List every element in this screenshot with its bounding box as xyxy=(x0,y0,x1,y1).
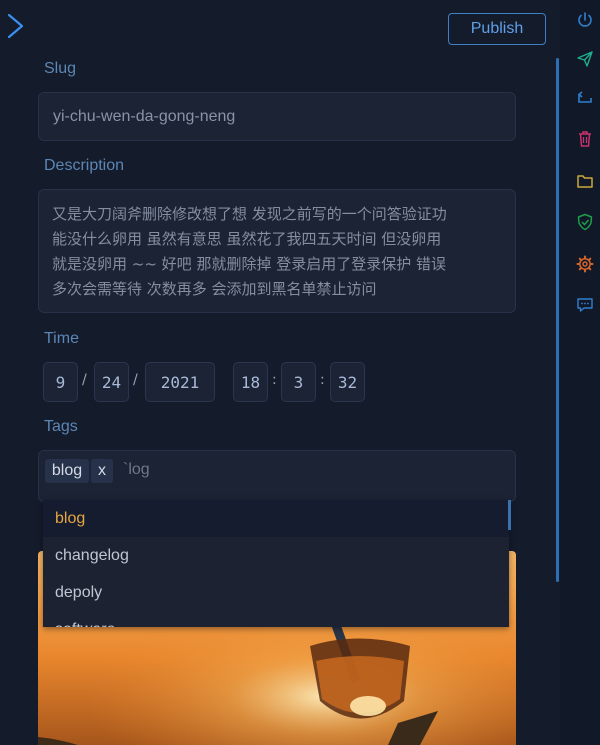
suggestion-option[interactable]: blog xyxy=(43,500,509,537)
suggestion-option[interactable]: software xyxy=(43,611,509,628)
date-separator: / xyxy=(133,372,138,388)
tag-remove-button[interactable]: x xyxy=(91,459,113,483)
tags-field[interactable]: blog x xyxy=(38,450,516,502)
hour-input[interactable]: 18 xyxy=(233,362,268,402)
page-scrollbar[interactable] xyxy=(556,58,559,582)
comment-icon[interactable] xyxy=(576,296,594,314)
chevron-right-icon[interactable] xyxy=(4,10,28,42)
suggestion-option[interactable]: depoly xyxy=(43,574,509,611)
minute-input[interactable]: 3 xyxy=(281,362,316,402)
description-line: 能没什么卵用 虽然有意思 虽然花了我四五天时间 但没卵用 xyxy=(52,230,442,248)
description-label: Description xyxy=(44,157,125,174)
time-separator: : xyxy=(272,372,277,388)
slug-input[interactable]: yi-chu-wen-da-gong-neng xyxy=(38,92,516,141)
settings-icon[interactable] xyxy=(576,255,594,273)
publish-button[interactable]: Publish xyxy=(448,13,546,45)
folder-icon[interactable] xyxy=(576,172,594,190)
description-textarea[interactable]: 又是大刀阔斧删除修改想了想 发现之前写的一个问答验证功 能没什么卵用 虽然有意思… xyxy=(38,189,516,313)
tag-input[interactable] xyxy=(123,459,323,481)
day-input[interactable]: 24 xyxy=(94,362,129,402)
description-line: 多次会需等待 次数再多 会添加到黑名单禁止访问 xyxy=(52,280,377,298)
tags-suggestion-dropdown: blog changelog depoly software xyxy=(43,500,509,627)
description-line: 就是没卵用 ~~ 好吧 那就删除掉 登录启用了登录保护 错误 xyxy=(52,255,446,273)
year-input[interactable]: 2021 xyxy=(145,362,215,402)
trash-icon[interactable] xyxy=(576,130,594,148)
description-line: 又是大刀阔斧删除修改想了想 发现之前写的一个问答验证功 xyxy=(52,205,447,223)
date-separator: / xyxy=(82,372,87,388)
power-icon[interactable] xyxy=(576,11,594,29)
tag-chip-blog: blog xyxy=(45,459,89,483)
send-icon[interactable] xyxy=(576,50,594,68)
shield-check-icon[interactable] xyxy=(576,213,594,231)
month-input[interactable]: 9 xyxy=(43,362,78,402)
time-label: Time xyxy=(44,330,79,347)
icon-rail xyxy=(560,0,600,745)
tags-label: Tags xyxy=(44,418,78,435)
second-input[interactable]: 32 xyxy=(330,362,365,402)
return-icon[interactable] xyxy=(576,90,594,108)
slug-label: Slug xyxy=(44,60,77,77)
dropdown-scrollbar[interactable] xyxy=(508,500,511,530)
time-separator: : xyxy=(320,372,325,388)
suggestion-option[interactable]: changelog xyxy=(43,537,509,574)
